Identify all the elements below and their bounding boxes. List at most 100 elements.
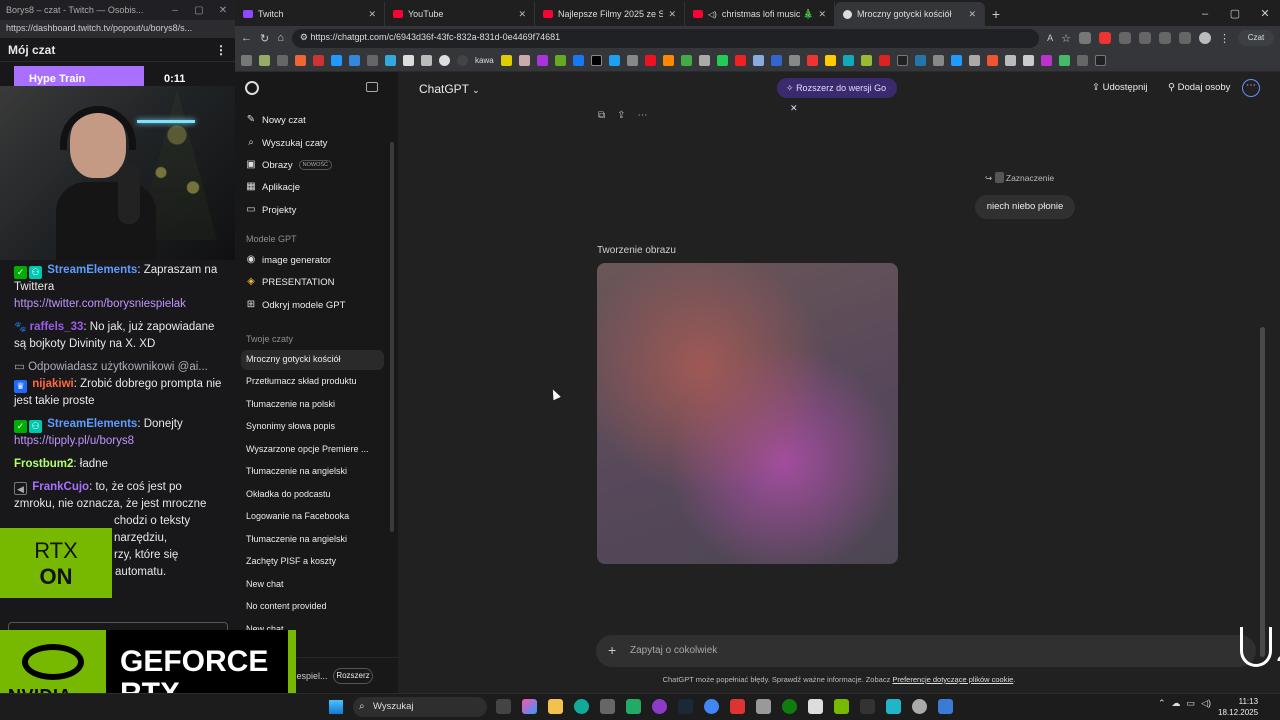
tab-lofi[interactable]: ◁) christmas lofi music 🎄 cozy ra ✕ — [685, 2, 835, 26]
file-explorer-icon[interactable] — [548, 699, 563, 714]
share-icon[interactable]: ⇪ — [617, 110, 625, 121]
maximize-icon[interactable]: ▢ — [187, 5, 211, 16]
chat-username[interactable]: StreamElements — [47, 418, 137, 430]
bookmark-icon[interactable] — [313, 55, 324, 66]
bookmark-icon[interactable] — [439, 55, 450, 66]
bookmark-icon[interactable] — [1076, 55, 1088, 66]
bookmark-icon[interactable] — [950, 55, 962, 66]
minimize-icon[interactable]: – — [1190, 2, 1220, 26]
maximize-icon[interactable]: ▢ — [1220, 2, 1250, 26]
bookmark-icon[interactable] — [698, 55, 710, 66]
new-tab-button[interactable]: + — [985, 2, 1007, 26]
bookmark-icon[interactable] — [554, 55, 566, 66]
close-tab-icon[interactable]: ✕ — [668, 9, 676, 20]
bookmark-icon[interactable] — [536, 55, 548, 66]
bookmark-icon[interactable] — [860, 55, 872, 66]
sidebar-toggle-icon[interactable] — [366, 82, 378, 92]
back-icon[interactable]: ← — [241, 32, 252, 44]
gpt-image-generator[interactable]: ◉ image generator — [241, 250, 391, 270]
prompt-composer[interactable]: + Zapytaj o cokolwiek — [596, 635, 1256, 667]
bookmark-icon[interactable] — [986, 55, 998, 66]
bookmark-icon[interactable] — [367, 55, 378, 66]
kebab-menu-icon[interactable]: ⋮ — [215, 43, 227, 57]
plus-icon[interactable]: + — [608, 642, 616, 658]
generated-image-placeholder[interactable] — [597, 263, 898, 564]
model-selector[interactable]: ChatGPT ⌄ — [419, 82, 480, 96]
bookmark-icon[interactable] — [716, 55, 728, 66]
chat-username[interactable]: raffels_33 — [30, 321, 84, 333]
chat-history-item[interactable]: Wyszarzone opcje Premiere ... — [241, 440, 384, 460]
app-icon[interactable] — [756, 699, 771, 714]
chat-history-item[interactable]: Synonimy słowa popis — [241, 417, 384, 437]
xbox-icon[interactable] — [782, 699, 797, 714]
bookmark-icon[interactable] — [752, 55, 764, 66]
chat-history-item[interactable]: Tłumaczenie na angielski — [241, 530, 384, 550]
start-button-icon[interactable] — [329, 700, 343, 714]
chat-username[interactable]: FrankCujo — [32, 481, 89, 493]
close-icon[interactable]: ✕ — [1250, 2, 1280, 26]
x-icon[interactable] — [590, 55, 602, 66]
chat-history-item[interactable]: Tłumaczenie na polski — [241, 395, 384, 415]
chat-history-item[interactable]: Logowanie na Facebooka — [241, 507, 384, 527]
bookmark-icon[interactable] — [403, 55, 414, 66]
edge-icon[interactable] — [574, 699, 589, 714]
reload-icon[interactable]: ↻ — [260, 32, 269, 45]
chrome-icon[interactable] — [704, 699, 719, 714]
home-icon[interactable]: ⌂ — [277, 32, 284, 44]
store-icon[interactable] — [600, 699, 615, 714]
bookmark-icon[interactable] — [842, 55, 854, 66]
main-scrollbar[interactable] — [1260, 327, 1265, 657]
extension-icon[interactable] — [1159, 32, 1171, 44]
copilot-icon[interactable] — [522, 699, 537, 714]
bookmark-icon[interactable] — [644, 55, 656, 66]
tab-twitch[interactable]: Twitch ✕ — [235, 2, 385, 26]
tab-youtube[interactable]: YouTube ✕ — [385, 2, 535, 26]
steam-icon[interactable] — [678, 699, 693, 714]
bookmark-icon[interactable] — [1004, 55, 1016, 66]
amazon-icon[interactable] — [662, 55, 674, 66]
nav-new-chat[interactable]: ✎ Nowy czat — [241, 110, 391, 130]
bookmark-icon[interactable] — [734, 55, 746, 66]
extension-icon[interactable] — [1119, 32, 1131, 44]
bookmark-icon[interactable] — [878, 55, 890, 66]
more-icon[interactable]: ⋯ — [638, 110, 648, 121]
upgrade-button[interactable]: Rozszerz — [333, 668, 373, 684]
chat-username[interactable]: nijakiwi — [32, 378, 74, 390]
app-icon[interactable] — [730, 699, 745, 714]
bookmark-icon[interactable] — [518, 55, 530, 66]
chat-history-item[interactable]: Mroczny gotycki kościół — [241, 350, 384, 370]
gpt-explore[interactable]: ⊞ Odkryj modele GPT — [241, 295, 391, 315]
chat-username[interactable]: Frostbum2 — [14, 458, 73, 470]
app-icon[interactable] — [912, 699, 927, 714]
close-tab-icon[interactable]: ✕ — [968, 9, 976, 20]
nvidia-app-icon[interactable] — [834, 699, 849, 714]
bookmark-icon[interactable] — [241, 55, 252, 66]
bookmark-kawa[interactable]: kawa — [475, 56, 494, 65]
tab-movies[interactable]: Najlepsze Filmy 2025 ze Skazanym ✕ — [535, 2, 685, 26]
bookmark-star-icon[interactable]: ☆ — [1061, 32, 1071, 45]
app-icon[interactable] — [886, 699, 901, 714]
site-info-icon[interactable]: ⚙ — [300, 32, 308, 42]
bookmark-icon[interactable] — [349, 55, 360, 66]
upgrade-pill[interactable]: ✧ Rozszerz do wersji Go ✕ — [777, 78, 897, 113]
volume-icon[interactable]: ◁) — [1201, 698, 1211, 709]
bookmark-icon[interactable] — [295, 55, 306, 66]
bookmark-icon[interactable] — [331, 55, 342, 66]
gpt-presentation[interactable]: ◈ PRESENTATION — [241, 272, 391, 292]
avatar[interactable] — [1199, 32, 1211, 44]
chatgpt-logo-icon[interactable] — [245, 81, 259, 95]
translate-icon[interactable]: A — [1047, 33, 1053, 43]
bookmark-icon[interactable] — [1058, 55, 1070, 66]
app-icon[interactable] — [808, 699, 823, 714]
bookmark-icon[interactable] — [770, 55, 782, 66]
app-icon[interactable] — [860, 699, 875, 714]
cloud-icon[interactable]: ☁ — [1172, 698, 1181, 709]
bookmark-icon[interactable] — [824, 55, 836, 66]
cookie-preferences-link[interactable]: Preferencje dotyczące plików cookie — [892, 675, 1013, 684]
bookmark-icon[interactable] — [259, 55, 270, 66]
bookmark-icon[interactable] — [1022, 55, 1034, 66]
close-icon[interactable]: ✕ — [790, 103, 798, 113]
bookmark-icon[interactable] — [626, 55, 638, 66]
menu-icon[interactable]: ⋮ — [1219, 32, 1230, 45]
chat-history-item[interactable]: Okładka do podcastu — [241, 485, 384, 505]
